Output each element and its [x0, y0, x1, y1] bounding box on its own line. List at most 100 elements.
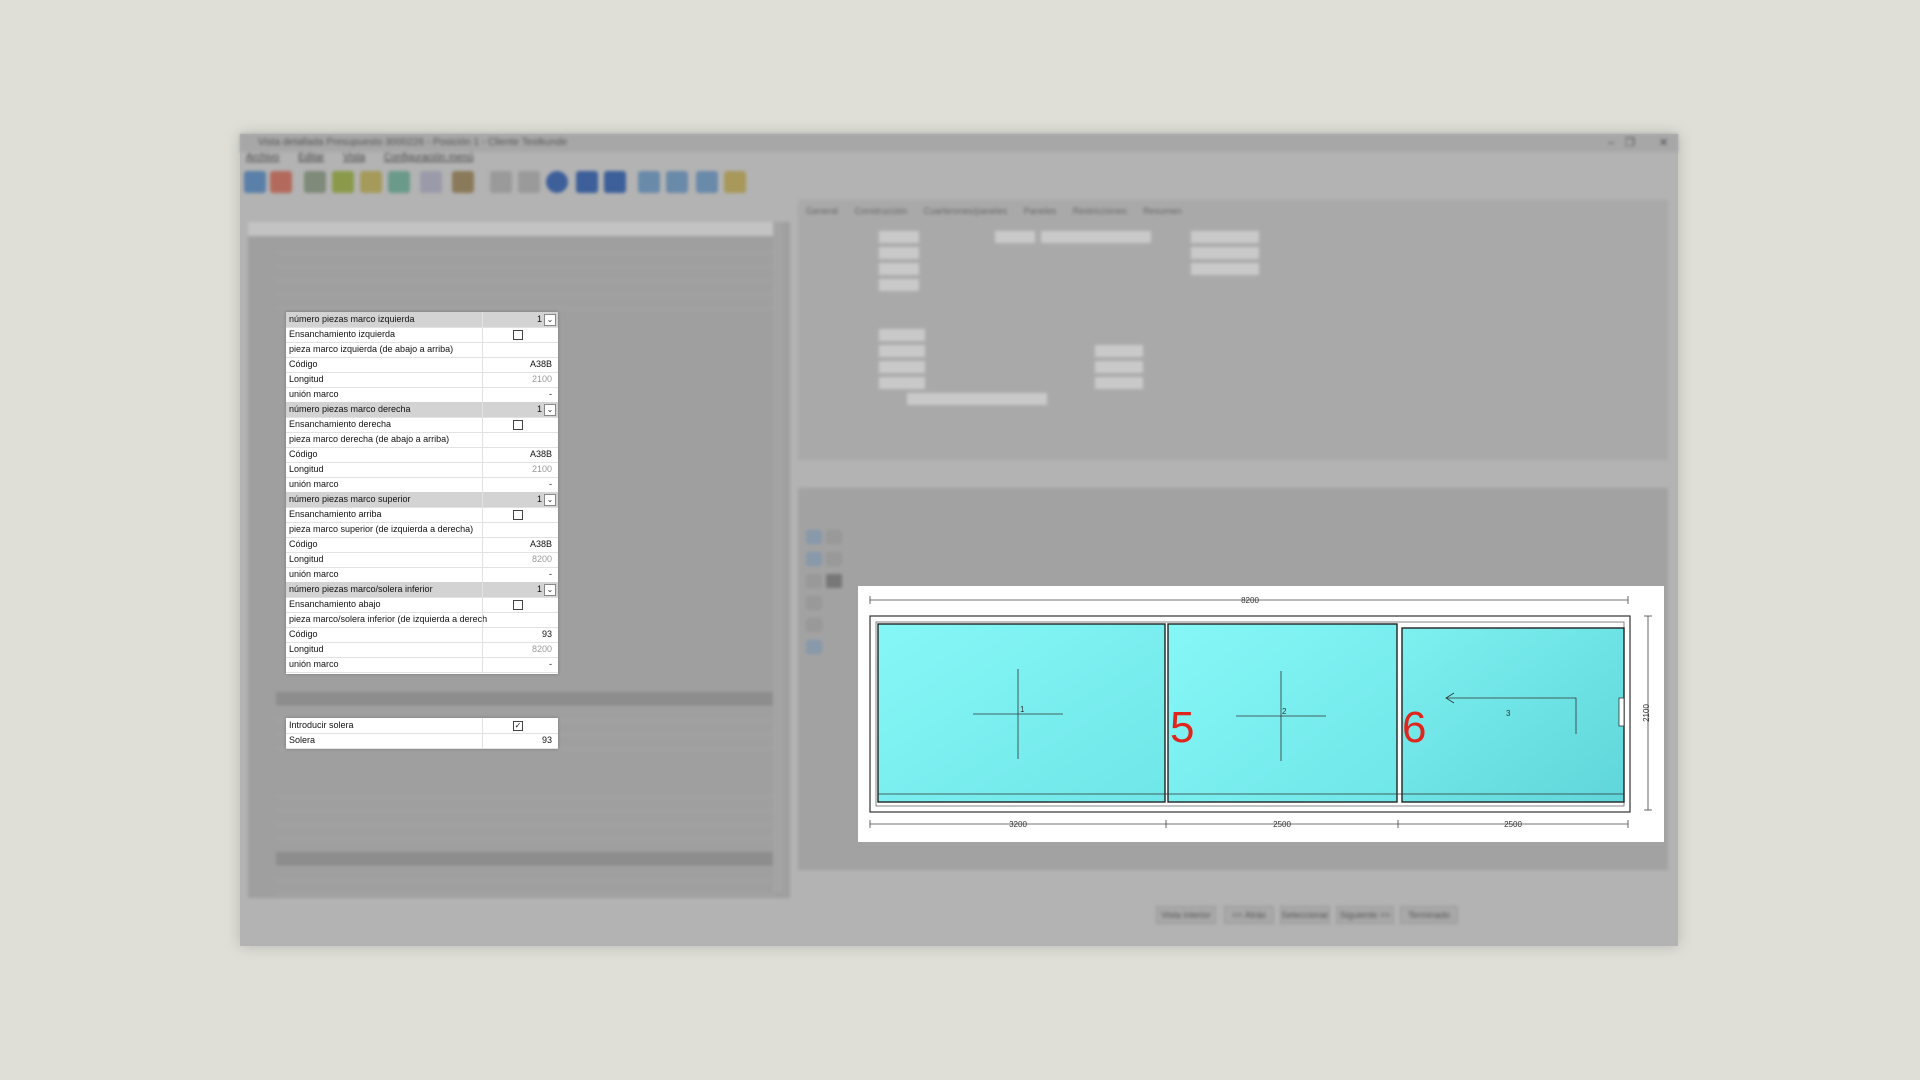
tab-resumen[interactable]: Resumen: [1143, 206, 1182, 216]
btn-atras[interactable]: << Atrás: [1224, 906, 1274, 924]
draw-tool-icon[interactable]: [826, 574, 842, 588]
view-icon[interactable]: [638, 171, 660, 193]
prop-row[interactable]: Código A38B: [286, 357, 558, 373]
restore-icon[interactable]: ❐: [1625, 134, 1635, 152]
field[interactable]: [994, 230, 1036, 244]
draw-tool-icon[interactable]: [806, 552, 822, 566]
field[interactable]: [878, 328, 926, 342]
chevron-down-icon[interactable]: ⌄: [544, 584, 556, 596]
tool-icon[interactable]: [452, 171, 474, 193]
minimize-icon[interactable]: –: [1608, 134, 1614, 152]
prop-row[interactable]: unión marco -: [286, 477, 558, 493]
prop-row[interactable]: número piezas marco derecha 1 ⌄: [286, 402, 558, 418]
prop-row[interactable]: Ensanchamiento derecha: [286, 417, 558, 433]
chevron-down-icon[interactable]: ⌄: [544, 404, 556, 416]
checkbox-checked[interactable]: ✓: [513, 721, 523, 731]
prop-row[interactable]: Ensanchamiento izquierda: [286, 327, 558, 343]
prev-icon[interactable]: [518, 171, 540, 193]
settings-icon[interactable]: [244, 171, 266, 193]
draw-tool-icon[interactable]: [806, 640, 822, 654]
field[interactable]: [878, 360, 926, 374]
tab-paneles[interactable]: Paneles: [1024, 206, 1057, 216]
field[interactable]: [1190, 246, 1260, 260]
draw-tool-icon[interactable]: [826, 552, 842, 566]
prop-row[interactable]: unión marco -: [286, 567, 558, 583]
view-icon[interactable]: [666, 171, 688, 193]
prop-row[interactable]: Código A38B: [286, 537, 558, 553]
checkbox[interactable]: [513, 330, 523, 340]
chevron-down-icon[interactable]: ⌄: [544, 494, 556, 506]
prop-row[interactable]: unión marco -: [286, 387, 558, 403]
grid-scrollbar[interactable]: [773, 222, 783, 892]
prop-row[interactable]: Longitud 2100: [286, 462, 558, 478]
prop-row[interactable]: número piezas marco izquierda 1 ⌄: [286, 312, 558, 328]
prop-row[interactable]: pieza marco/solera inferior (de izquierd…: [286, 612, 558, 628]
prop-row[interactable]: Código 93: [286, 627, 558, 643]
field[interactable]: [1190, 262, 1260, 276]
prop-row[interactable]: pieza marco derecha (de abajo a arriba): [286, 432, 558, 448]
next-icon[interactable]: [576, 171, 598, 193]
prop-row[interactable]: Código A38B: [286, 447, 558, 463]
prop-row[interactable]: pieza marco superior (de izquierda a der…: [286, 522, 558, 538]
menu-configuracion[interactable]: Configuración menú: [384, 152, 474, 163]
cancel-icon[interactable]: [270, 171, 292, 193]
prop-label: Ensanchamiento arriba: [289, 509, 382, 519]
menu-archivo[interactable]: Archivo: [246, 152, 279, 163]
tool-icon[interactable]: [360, 171, 382, 193]
field[interactable]: [1190, 230, 1260, 244]
field[interactable]: [1040, 230, 1152, 244]
draw-tool-icon[interactable]: [806, 618, 822, 632]
tool-icon[interactable]: [388, 171, 410, 193]
record-icon[interactable]: [546, 171, 568, 193]
prop-row[interactable]: unión marco -: [286, 657, 558, 673]
btn-vista-interior[interactable]: Vista interior: [1156, 906, 1216, 924]
field[interactable]: [878, 230, 920, 244]
field[interactable]: [878, 246, 920, 260]
field[interactable]: [1094, 344, 1144, 358]
close-icon[interactable]: ✕: [1659, 134, 1668, 152]
checkbox[interactable]: [513, 600, 523, 610]
prop-row[interactable]: número piezas marco/solera inferior 1 ⌄: [286, 582, 558, 598]
draw-tool-icon[interactable]: [826, 530, 842, 544]
view-icon[interactable]: [696, 171, 718, 193]
menu-vista[interactable]: Vista: [343, 152, 365, 163]
document-icon[interactable]: [420, 171, 442, 193]
tool-icon[interactable]: [304, 171, 326, 193]
field[interactable]: [1094, 376, 1144, 390]
menu-editar[interactable]: Editar: [298, 152, 324, 163]
prop-row-introducir-solera[interactable]: Introducir solera ✓: [286, 718, 558, 734]
draw-tool-icon[interactable]: [806, 596, 822, 610]
field[interactable]: [878, 376, 926, 390]
field[interactable]: [1094, 360, 1144, 374]
checkbox[interactable]: [513, 420, 523, 430]
tab-restricciones[interactable]: Restricciones: [1073, 206, 1127, 216]
prop-row[interactable]: Ensanchamiento abajo: [286, 597, 558, 613]
field[interactable]: [878, 278, 920, 292]
btn-terminado[interactable]: Terminado: [1400, 906, 1458, 924]
tab-construccion[interactable]: Construcción: [855, 206, 908, 216]
last-icon[interactable]: [604, 171, 626, 193]
chevron-down-icon[interactable]: ⌄: [544, 314, 556, 326]
glass-pane-3[interactable]: [1401, 627, 1625, 803]
draw-tool-icon[interactable]: [806, 530, 822, 544]
tab-cuarterones[interactable]: Cuarterones/paneles: [924, 206, 1008, 216]
prop-row[interactable]: Ensanchamiento arriba: [286, 507, 558, 523]
field[interactable]: [906, 392, 1048, 406]
first-icon[interactable]: [490, 171, 512, 193]
prop-row[interactable]: número piezas marco superior 1 ⌄: [286, 492, 558, 508]
btn-seleccionar[interactable]: Seleccionar: [1280, 906, 1330, 924]
prop-value: 2100: [531, 374, 552, 384]
prop-row[interactable]: pieza marco izquierda (de abajo a arriba…: [286, 342, 558, 358]
prop-row[interactable]: Longitud 2100: [286, 372, 558, 388]
draw-tool-icon[interactable]: [806, 574, 822, 588]
field[interactable]: [878, 344, 926, 358]
tool-icon[interactable]: [724, 171, 746, 193]
checkbox[interactable]: [513, 510, 523, 520]
prop-row[interactable]: Longitud 8200: [286, 642, 558, 658]
prop-row[interactable]: Longitud 8200: [286, 552, 558, 568]
field[interactable]: [878, 262, 920, 276]
tab-general[interactable]: General: [806, 206, 838, 216]
tool-icon[interactable]: [332, 171, 354, 193]
prop-row-solera[interactable]: Solera 93: [286, 733, 558, 749]
btn-siguiente[interactable]: Siguiente >>: [1336, 906, 1394, 924]
